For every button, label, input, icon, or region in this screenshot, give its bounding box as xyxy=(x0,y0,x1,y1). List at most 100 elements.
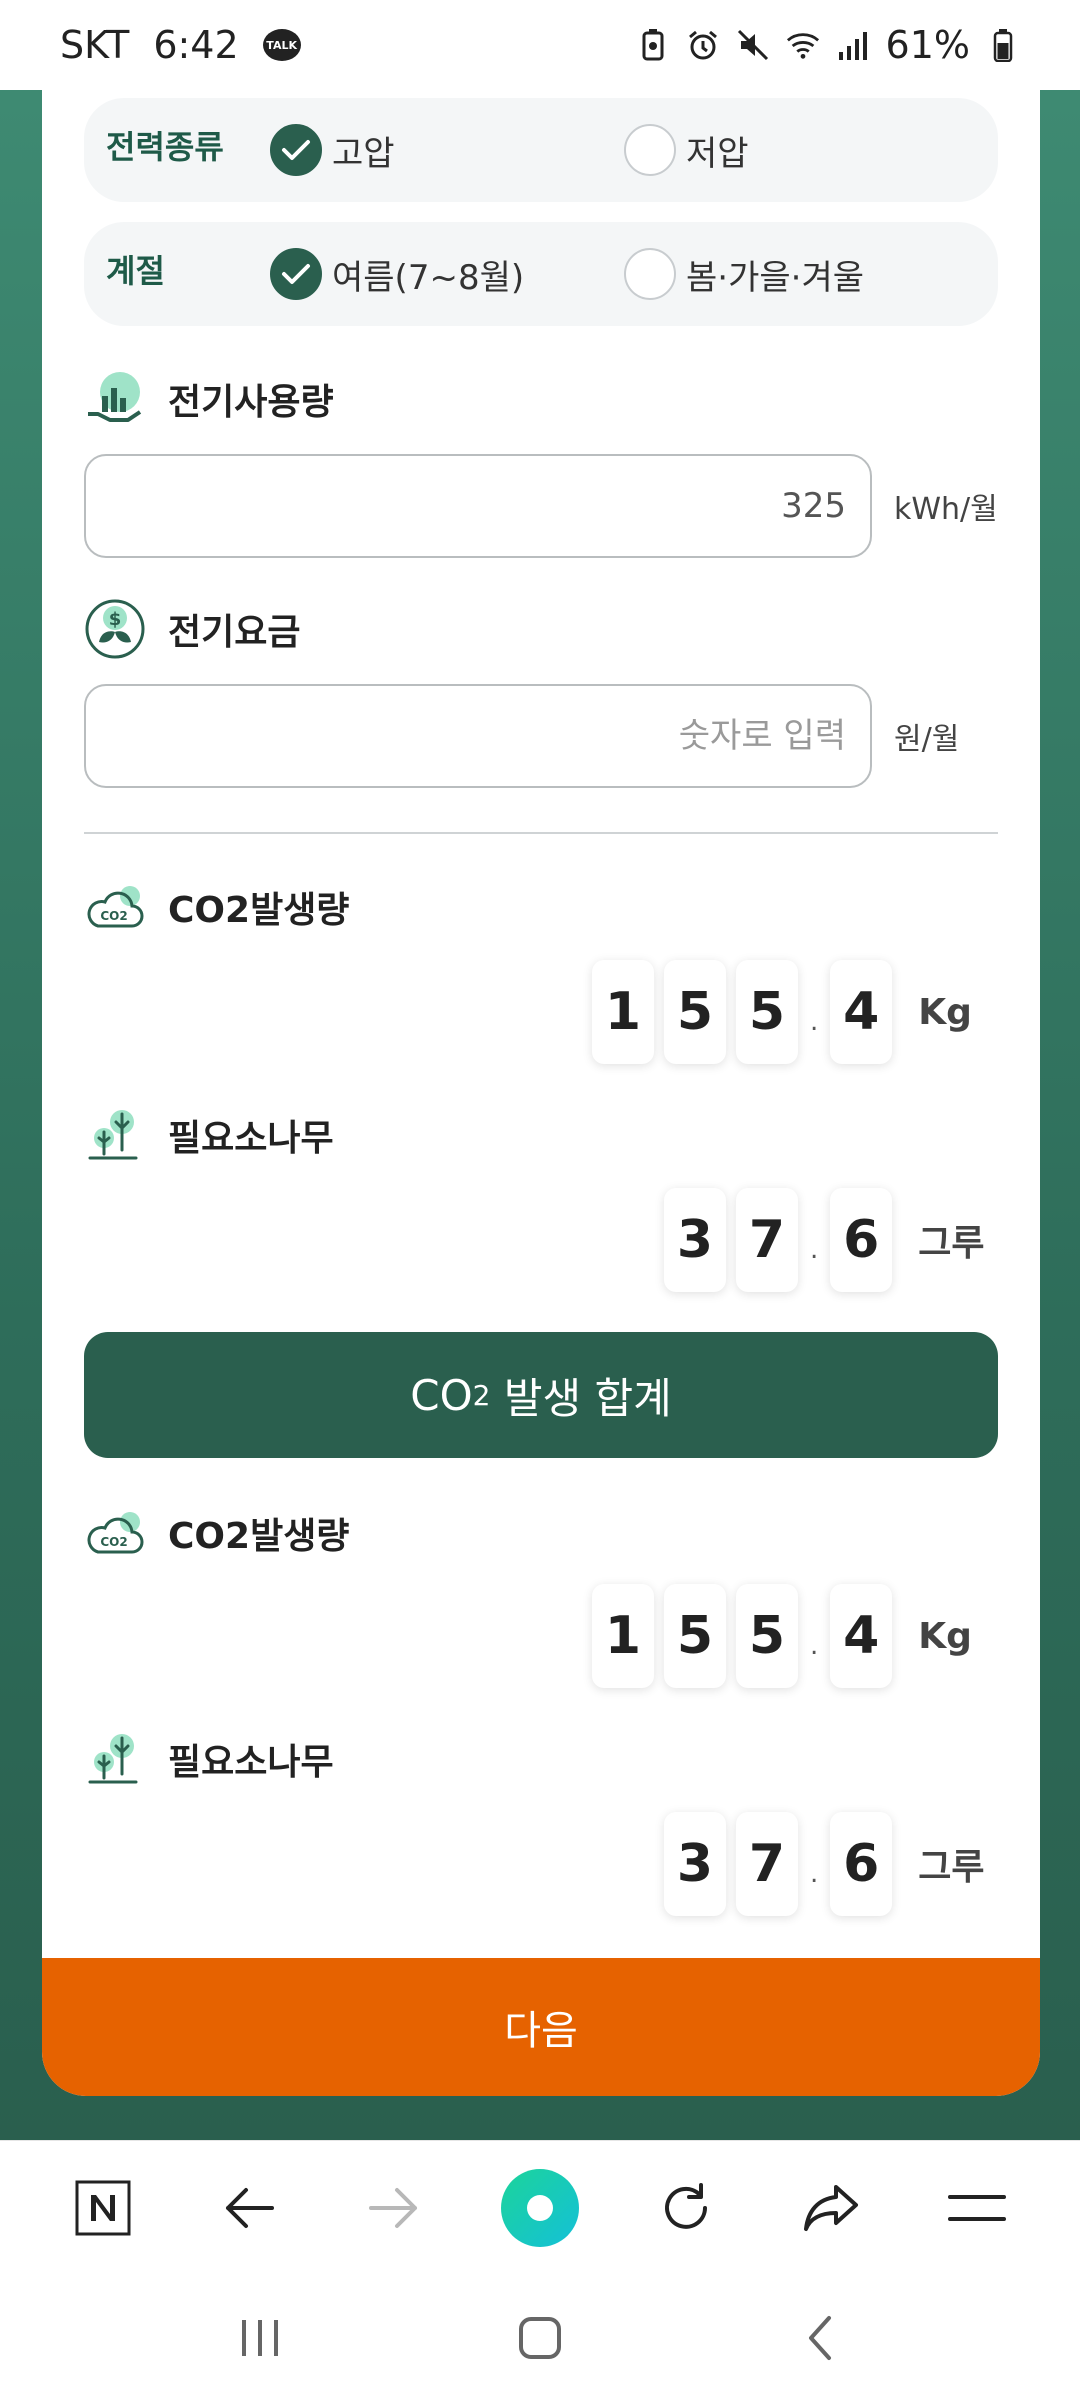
tree-digit: 6 xyxy=(830,1812,893,1916)
co2-label: CO2발생량 xyxy=(168,1516,350,1557)
co2-digit: 1 xyxy=(592,1584,654,1688)
talk-notification-icon: TALK xyxy=(262,29,301,61)
share-icon[interactable] xyxy=(786,2163,876,2253)
tree-section-label-2: 필요소나무 xyxy=(84,1728,334,1790)
decimal-point: . xyxy=(810,1007,819,1037)
signal-icon xyxy=(836,28,870,62)
radio-checked-icon[interactable] xyxy=(270,248,322,300)
svg-text:CO2: CO2 xyxy=(100,1535,127,1549)
season-row: 계절 여름(7~8월) 봄·가을·겨울 xyxy=(84,222,998,326)
pine-tree-icon xyxy=(84,1728,146,1790)
tree-digit: 3 xyxy=(664,1812,726,1916)
svg-text:$: $ xyxy=(109,609,122,630)
system-back-icon[interactable] xyxy=(775,2293,865,2383)
power-type-option-high[interactable]: 고압 xyxy=(270,124,395,176)
season-option-other[interactable]: 봄·가을·겨울 xyxy=(624,248,864,300)
co2-section-label-1: CO2 CO2발생량 xyxy=(84,876,349,938)
recent-apps-icon[interactable] xyxy=(215,2293,305,2383)
co2-digit: 5 xyxy=(664,960,726,1064)
tree-unit: 그루 xyxy=(918,1847,985,1888)
tree-section-label-1: 필요소나무 xyxy=(84,1104,334,1166)
decimal-point: . xyxy=(810,1235,819,1265)
co2-cloud-icon: CO2 xyxy=(84,1502,146,1564)
svg-text:CO2: CO2 xyxy=(100,909,127,923)
season-title: 계절 xyxy=(106,252,165,290)
fee-input[interactable] xyxy=(84,684,872,788)
fee-unit: 원/월 xyxy=(894,722,960,757)
naver-icon[interactable] xyxy=(58,2163,148,2253)
season-option-label: 봄·가을·겨울 xyxy=(686,257,865,298)
co2-counter-1: 1 5 5 . 4 Kg xyxy=(592,960,972,1064)
co2-digit: 5 xyxy=(664,1584,726,1688)
pine-tree-icon xyxy=(84,1104,146,1166)
decimal-point: . xyxy=(810,1631,819,1661)
season-option-label: 여름(7~8월) xyxy=(332,257,525,298)
co2-cloud-icon: CO2 xyxy=(84,876,146,938)
wifi-icon xyxy=(786,28,820,62)
usage-unit: kWh/월 xyxy=(894,492,998,527)
refresh-icon[interactable] xyxy=(641,2163,731,2253)
usage-chart-icon xyxy=(84,368,146,430)
co2-digit: 5 xyxy=(736,960,798,1064)
calculator-card: 전력종류 고압 저압 계절 여름(7~8월) 봄·가을·겨울 전기사용량 325… xyxy=(42,90,1040,2096)
radio-checked-icon[interactable] xyxy=(270,124,322,176)
usage-label: 전기사용량 xyxy=(168,382,334,423)
co2-counter-2: 1 5 5 . 4 Kg xyxy=(592,1584,972,1688)
tree-label: 필요소나무 xyxy=(168,1118,334,1159)
power-type-option-label: 고압 xyxy=(332,133,395,174)
fee-label: 전기요금 xyxy=(168,612,301,653)
tree-digit: 7 xyxy=(736,1188,798,1292)
home-icon[interactable] xyxy=(495,2293,585,2383)
usage-section-label: 전기사용량 xyxy=(84,368,334,430)
battery-icon xyxy=(986,28,1020,62)
co2-label: CO2발생량 xyxy=(168,890,350,931)
radio-unchecked-icon[interactable] xyxy=(624,124,676,176)
decimal-point: . xyxy=(810,1859,819,1889)
clock-text: 6:42 xyxy=(153,23,239,67)
money-plant-icon: $ xyxy=(84,598,146,660)
back-arrow-icon[interactable] xyxy=(204,2163,294,2253)
co2-digit: 4 xyxy=(830,1584,893,1688)
home-orb-icon[interactable] xyxy=(495,2163,585,2253)
system-nav-bar xyxy=(0,2275,1080,2400)
section-divider xyxy=(84,832,998,834)
co2-digit: 1 xyxy=(592,960,654,1064)
menu-icon[interactable] xyxy=(932,2163,1022,2253)
tree-digit: 3 xyxy=(664,1188,726,1292)
tree-unit: 그루 xyxy=(918,1223,985,1264)
co2-unit: Kg xyxy=(918,991,972,1033)
power-type-option-low[interactable]: 저압 xyxy=(624,124,749,176)
co2-digit: 4 xyxy=(830,960,893,1064)
co2-digit: 5 xyxy=(736,1584,798,1688)
tree-counter-2: 3 7 . 6 그루 xyxy=(664,1812,985,1916)
carrier-text: SKT xyxy=(60,23,130,67)
co2-sum-suffix: 발생 합계 xyxy=(490,1373,672,1423)
status-right: 61% xyxy=(636,23,1020,67)
co2-sum-button[interactable]: CO 2 발생 합계 xyxy=(84,1332,998,1458)
radio-unchecked-icon[interactable] xyxy=(624,248,676,300)
fee-section-label: $ 전기요금 xyxy=(84,598,300,660)
co2-sum-prefix: CO xyxy=(410,1370,473,1420)
season-option-summer[interactable]: 여름(7~8월) xyxy=(270,248,524,300)
mute-icon xyxy=(736,28,770,62)
usage-input[interactable] xyxy=(84,454,872,558)
home-orb xyxy=(500,2169,579,2247)
tree-counter-1: 3 7 . 6 그루 xyxy=(664,1188,985,1292)
forward-arrow-icon[interactable] xyxy=(349,2163,439,2253)
tree-label: 필요소나무 xyxy=(168,1742,334,1783)
status-left: SKT 6:42 TALK xyxy=(60,23,301,67)
browser-toolbar xyxy=(0,2140,1080,2275)
co2-unit: Kg xyxy=(918,1615,972,1657)
battery-saver-icon xyxy=(636,28,670,62)
battery-percent: 61% xyxy=(885,23,970,67)
power-type-title: 전력종류 xyxy=(106,128,224,166)
next-button[interactable]: 다음 xyxy=(42,1958,1040,2096)
tree-digit: 6 xyxy=(830,1188,893,1292)
alarm-icon xyxy=(686,28,720,62)
co2-sum-subscript: 2 xyxy=(472,1378,491,1412)
power-type-row: 전력종류 고압 저압 xyxy=(84,98,998,202)
power-type-option-label: 저압 xyxy=(686,133,749,174)
status-bar: SKT 6:42 TALK 61% xyxy=(0,0,1080,90)
co2-section-label-2: CO2 CO2발생량 xyxy=(84,1502,349,1564)
tree-digit: 7 xyxy=(736,1812,798,1916)
